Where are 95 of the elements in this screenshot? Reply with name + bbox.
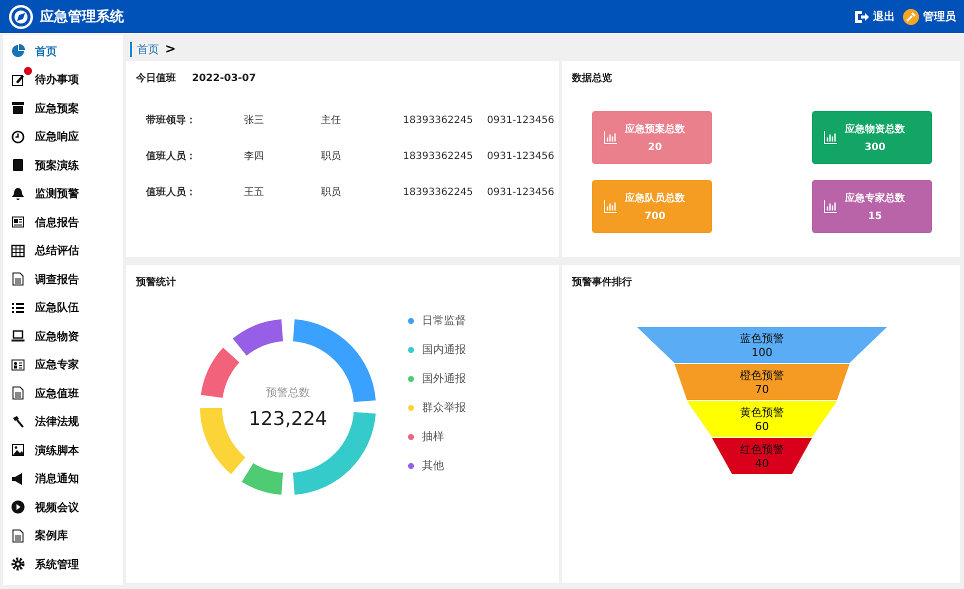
sidebar-item[interactable]: 案例库: [3, 522, 123, 550]
sidebar-item[interactable]: 应急预案: [3, 94, 123, 122]
legend-label[interactable]: 国外通报: [422, 371, 466, 386]
role-label: 值班人员：: [146, 150, 197, 163]
phone-number: 0931-123456: [487, 186, 556, 198]
donut-segment: [200, 348, 240, 398]
stat-value: 300: [864, 142, 886, 153]
megaphone-icon: [11, 472, 25, 486]
table-icon: [11, 244, 25, 258]
list-icon: [11, 300, 25, 315]
user-button[interactable]: 管理员: [903, 8, 956, 24]
funnel-value: 70: [755, 382, 769, 396]
role-label: 值班人员：: [146, 186, 197, 199]
mobile-number: 18393362245: [403, 150, 474, 162]
sidebar-item[interactable]: 信息报告: [3, 208, 123, 236]
funnel-label: 蓝色预警: [740, 332, 784, 346]
bar-chart-icon: [824, 131, 837, 144]
duty-date: 2022-03-07: [192, 73, 256, 84]
document-icon: [11, 528, 25, 543]
document-icon: [11, 272, 25, 286]
card-title: 预警统计: [136, 276, 177, 289]
pie-chart-icon: [11, 44, 25, 58]
legend-label[interactable]: 群众举报: [422, 400, 466, 415]
phone-number: 0931-123456: [487, 114, 556, 126]
logout-icon: [853, 8, 869, 24]
funnel-value: 60: [755, 420, 769, 433]
legend-label[interactable]: 日常监督: [422, 313, 466, 328]
app-title: 应急管理系统: [40, 8, 124, 26]
person-name: 李四: [244, 150, 265, 163]
sidebar-item[interactable]: 应急物资: [3, 322, 123, 350]
donut-center-label: 预警总数: [266, 384, 310, 400]
card-title: 预警事件排行: [572, 276, 633, 289]
breadcrumb-separator: >: [165, 42, 176, 56]
position-text: 职员: [321, 150, 342, 163]
sidebar-item[interactable]: 应急队伍: [3, 294, 123, 322]
sidebar-item[interactable]: 应急专家: [3, 350, 123, 379]
sidebar-item[interactable]: 应急响应: [3, 122, 123, 151]
logout-button[interactable]: 退出: [853, 8, 895, 24]
stat-label: 应急专家总数: [845, 191, 905, 205]
sidebar-item[interactable]: 总结评估: [3, 236, 123, 265]
role-label: 带班领导：: [146, 114, 197, 127]
sidebar-item[interactable]: 待办事项: [3, 66, 123, 94]
funnel-value: 100: [752, 346, 772, 359]
sidebar-item[interactable]: 调查报告: [3, 265, 123, 294]
sidebar-item[interactable]: 监测预警: [3, 180, 123, 208]
mobile-number: 18393362245: [403, 186, 474, 198]
play-icon: [11, 500, 25, 514]
bar-chart-icon: [604, 131, 617, 144]
sidebar-item[interactable]: 预案演练: [3, 151, 123, 180]
sidebar-item[interactable]: 消息通知: [3, 464, 123, 493]
stat-value: 700: [644, 211, 666, 222]
mobile-number: 18393362245: [403, 114, 474, 126]
bar-chart-icon: [604, 200, 617, 213]
sidebar-item[interactable]: 法律法规: [3, 408, 123, 436]
card-title: 数据总览: [572, 72, 613, 85]
legend-label[interactable]: 国内通报: [422, 342, 466, 357]
sidebar-item[interactable]: 演练脚本: [3, 436, 123, 464]
legend-label[interactable]: 抽样: [422, 429, 444, 444]
funnel-label: 红色预警: [740, 443, 784, 456]
stat-label: 应急预案总数: [625, 122, 685, 136]
image-icon: [11, 443, 25, 458]
bar-chart-icon: [824, 200, 837, 213]
settings-icon: [11, 557, 25, 572]
card-title: 今日值班: [136, 72, 176, 85]
archive-icon: [11, 101, 25, 116]
donut-center-value: 123,224: [248, 408, 328, 430]
laptop-icon: [11, 329, 25, 344]
position-text: 主任: [321, 114, 342, 127]
logo-icon: [8, 4, 34, 30]
breadcrumb-link[interactable]: 首页: [130, 42, 159, 56]
person-name: 张三: [244, 114, 265, 127]
stat-value: 20: [648, 142, 662, 153]
stat-label: 应急队员总数: [625, 191, 685, 205]
clock-icon: [11, 130, 25, 144]
sidebar-item[interactable]: 系统管理: [3, 550, 123, 578]
sidebar-item[interactable]: 视频会议: [3, 493, 123, 522]
donut-segment: [232, 319, 284, 356]
position-text: 职员: [321, 186, 342, 199]
person-name: 王五: [244, 186, 265, 199]
id-card-icon: [11, 358, 25, 372]
stat-value: 15: [868, 211, 882, 222]
document-icon: [11, 386, 25, 400]
stat-label: 应急物资总数: [845, 122, 905, 136]
sidebar-item[interactable]: 首页: [3, 37, 123, 66]
edit-icon: [11, 72, 25, 87]
sidebar-item[interactable]: 应急值班: [3, 379, 123, 408]
newspaper-icon: [11, 215, 25, 230]
gavel-icon: [11, 414, 25, 429]
phone-number: 0931-123456: [487, 150, 556, 162]
legend-label[interactable]: 其他: [422, 458, 444, 473]
bell-icon: [11, 186, 25, 201]
funnel-label: 黄色预警: [740, 406, 784, 420]
stat-tile[interactable]: 应急专家总数 15: [812, 180, 932, 233]
funnel-value: 40: [755, 456, 769, 470]
funnel-label: 橙色预警: [740, 369, 784, 382]
